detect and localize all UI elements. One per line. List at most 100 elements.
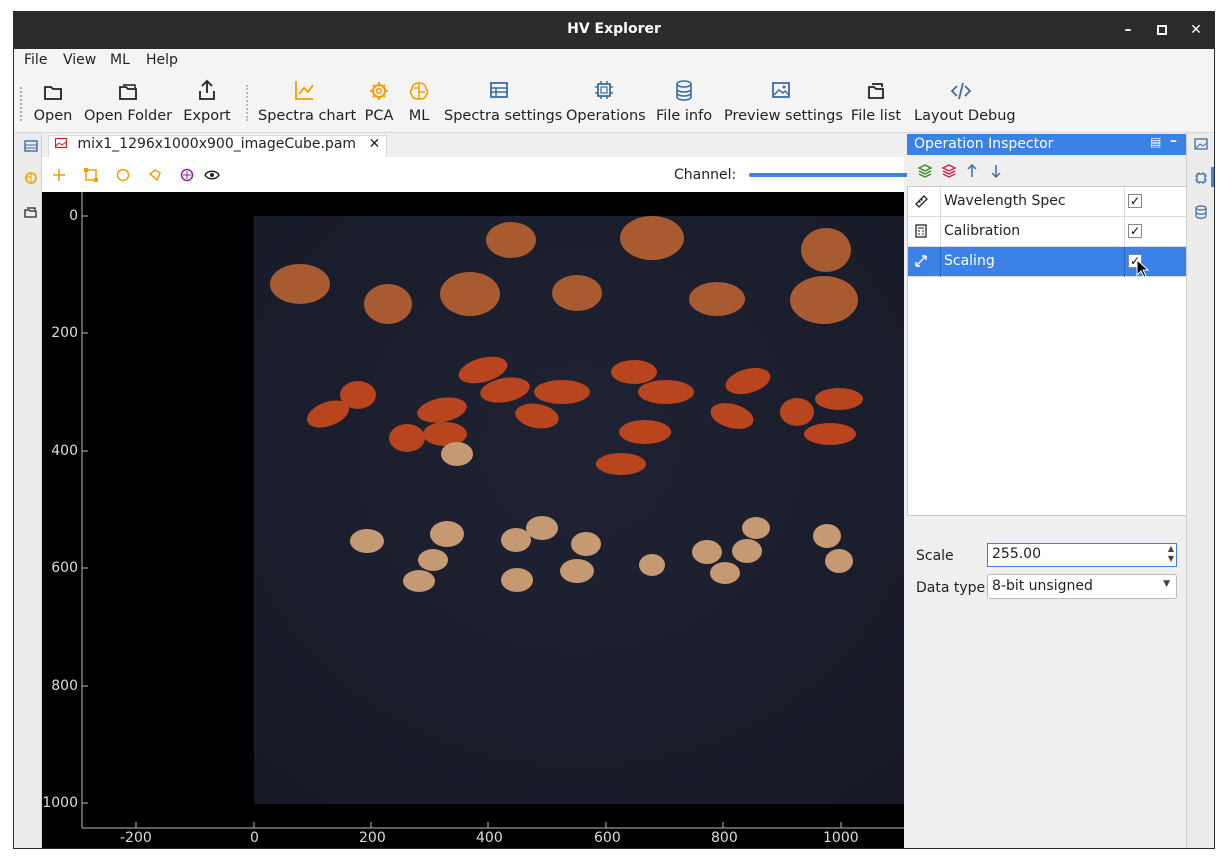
image-file-icon bbox=[54, 137, 68, 149]
spectra-chart-label: Spectra chart bbox=[258, 108, 357, 124]
main-toolbar: Open Open Folder Export Spectra chart PC… bbox=[14, 73, 1214, 133]
spectra-settings-label: Spectra settings bbox=[444, 108, 563, 124]
chevron-down-icon: ▼ bbox=[1163, 579, 1170, 589]
y-tick-label: 200 bbox=[51, 325, 78, 341]
folder-icon bbox=[44, 86, 62, 100]
title-bar: HV Explorer – ✕ bbox=[14, 12, 1214, 49]
y-tick-label: 0 bbox=[69, 208, 78, 224]
preview-settings-button[interactable]: Preview settings bbox=[724, 77, 843, 131]
channel-label: Channel: bbox=[674, 167, 737, 183]
ml-button[interactable]: ML bbox=[404, 77, 434, 131]
operations-list: Wavelength Spec ✓ Calibration ✓ Scaling … bbox=[907, 186, 1187, 516]
file-list-dock-icon[interactable] bbox=[24, 205, 38, 219]
menu-file[interactable]: File bbox=[24, 52, 47, 68]
right-dock-strip bbox=[1186, 133, 1214, 848]
scale-spinbox[interactable]: 255.00 ▲ ▼ bbox=[987, 543, 1177, 567]
pca-gear-icon bbox=[370, 82, 388, 100]
crosshair-icon[interactable] bbox=[52, 168, 66, 182]
window-title: HV Explorer bbox=[567, 21, 661, 37]
calculator-icon bbox=[915, 224, 927, 238]
operations-button[interactable]: Operations bbox=[566, 77, 646, 131]
export-button[interactable]: Export bbox=[182, 77, 232, 131]
float-panel-icon[interactable]: ▤ bbox=[1150, 135, 1161, 149]
spectra-settings-button[interactable]: Spectra settings bbox=[444, 77, 563, 131]
panel-header: Operation Inspector ▤ – bbox=[907, 133, 1187, 155]
scale-value: 255.00 bbox=[992, 546, 1041, 562]
open-button[interactable]: Open bbox=[32, 77, 74, 131]
x-tick-label: 400 bbox=[476, 830, 503, 846]
operation-row-wavelength-spec[interactable]: Wavelength Spec ✓ bbox=[908, 187, 1186, 217]
x-tick-label: -200 bbox=[120, 830, 152, 846]
open-label: Open bbox=[33, 108, 73, 124]
operations-dock-icon[interactable] bbox=[1194, 171, 1208, 185]
arrow-up-icon[interactable] bbox=[965, 163, 979, 179]
spectra-settings-dock-icon[interactable] bbox=[24, 139, 38, 153]
open-folder-label: Open Folder bbox=[84, 108, 173, 124]
ruler-icon bbox=[915, 195, 928, 208]
remove-layer-icon[interactable] bbox=[941, 163, 957, 179]
operation-name: Scaling bbox=[944, 253, 995, 269]
file-info-label: File info bbox=[656, 108, 713, 124]
minimize-button[interactable]: – bbox=[1116, 19, 1140, 41]
toolbar-separator bbox=[246, 85, 248, 121]
x-tick-label: 800 bbox=[711, 830, 738, 846]
toolbar-grip[interactable] bbox=[20, 87, 24, 121]
menu-view[interactable]: View bbox=[63, 52, 96, 68]
operation-row-scaling[interactable]: Scaling ✓ bbox=[908, 247, 1186, 278]
arrow-down-icon[interactable] bbox=[989, 163, 1003, 179]
spin-arrows-icon[interactable]: ▲ ▼ bbox=[1168, 544, 1174, 564]
x-tick-label: 0 bbox=[250, 830, 259, 846]
x-tick-label: 600 bbox=[594, 830, 621, 846]
y-tick-label: 800 bbox=[51, 678, 78, 694]
pca-button[interactable]: PCA bbox=[362, 77, 396, 131]
preview-settings-label: Preview settings bbox=[724, 108, 843, 124]
menu-ml[interactable]: ML bbox=[110, 52, 130, 68]
y-tick-label: 400 bbox=[51, 443, 78, 459]
tab-title: mix1_1296x1000x900_imageCube.pam bbox=[77, 136, 357, 152]
operation-name: Calibration bbox=[944, 223, 1021, 239]
export-icon bbox=[199, 79, 215, 100]
polygon-select-icon[interactable] bbox=[148, 168, 162, 182]
preview-dock-icon[interactable] bbox=[1194, 137, 1208, 151]
file-info-button[interactable]: File info bbox=[656, 77, 712, 131]
left-dock-strip bbox=[14, 133, 42, 848]
brain-icon bbox=[409, 82, 429, 100]
circle-select-icon[interactable] bbox=[116, 168, 130, 182]
y-tick-label: 1000 bbox=[42, 795, 78, 811]
chip-icon bbox=[595, 81, 613, 99]
ml-dock-icon[interactable] bbox=[24, 171, 38, 185]
folder-open-icon bbox=[119, 84, 137, 100]
close-window-button[interactable]: ✕ bbox=[1184, 19, 1208, 41]
channel-slider[interactable] bbox=[749, 173, 909, 177]
layout-debug-label: Layout Debug bbox=[914, 108, 1016, 124]
file-list-button[interactable]: File list bbox=[850, 77, 902, 131]
layout-debug-button[interactable]: Layout Debug bbox=[914, 77, 1016, 131]
image-plot[interactable]: 0 200 400 600 800 1000 -200 0 200 400 60… bbox=[42, 192, 904, 848]
file-info-dock-icon[interactable] bbox=[1194, 205, 1208, 219]
tab-image-cube[interactable]: mix1_1296x1000x900_imageCube.pam ✕ bbox=[48, 135, 388, 157]
data-type-select[interactable]: 8-bit unsigned ▼ bbox=[987, 574, 1177, 599]
menu-help[interactable]: Help bbox=[146, 52, 178, 68]
rect-select-icon[interactable] bbox=[84, 168, 98, 182]
mask-icon[interactable] bbox=[180, 168, 194, 182]
eye-icon[interactable] bbox=[204, 168, 220, 182]
image-toolbar: Channel: bbox=[42, 157, 909, 192]
spectra-chart-button[interactable]: Spectra chart bbox=[258, 77, 357, 131]
panel-title: Operation Inspector bbox=[914, 136, 1054, 152]
image-icon bbox=[772, 82, 790, 98]
minimize-panel-icon[interactable]: – bbox=[1170, 133, 1177, 149]
add-layer-icon[interactable] bbox=[917, 163, 933, 179]
operation-enabled-checkbox[interactable]: ✓ bbox=[1128, 194, 1142, 208]
document-tab-bar: mix1_1296x1000x900_imageCube.pam ✕ bbox=[42, 133, 904, 157]
open-folder-button[interactable]: Open Folder bbox=[84, 77, 172, 131]
close-tab-icon[interactable]: ✕ bbox=[368, 136, 380, 152]
maximize-button[interactable] bbox=[1150, 19, 1174, 41]
operation-enabled-checkbox[interactable]: ✓ bbox=[1128, 224, 1142, 238]
operation-name: Wavelength Spec bbox=[944, 193, 1066, 209]
menu-bar: File View ML Help bbox=[14, 49, 1214, 73]
mouse-cursor-icon bbox=[1136, 259, 1150, 278]
line-chart-icon bbox=[295, 81, 314, 100]
data-type-value: 8-bit unsigned bbox=[992, 578, 1093, 594]
folders-icon bbox=[868, 83, 884, 99]
operation-row-calibration[interactable]: Calibration ✓ bbox=[908, 217, 1186, 247]
